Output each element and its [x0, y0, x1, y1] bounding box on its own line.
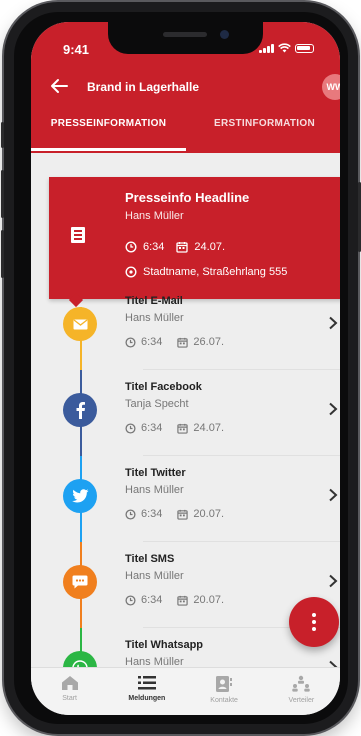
- nav-kontakte[interactable]: Kontakte: [186, 668, 263, 715]
- email-icon: [63, 307, 97, 341]
- clock-icon: [125, 594, 136, 606]
- list-item[interactable]: Titel Facebook Tanja Specht 6:34 24.07.: [49, 370, 340, 456]
- featured-headline: Presseinfo Headline: [125, 190, 250, 205]
- back-arrow-icon[interactable]: [49, 78, 69, 94]
- nav-verteiler[interactable]: Verteiler: [263, 668, 340, 715]
- mute-switch: [1, 122, 4, 148]
- item-title: Titel SMS: [125, 553, 175, 565]
- item-title: Titel Whatsapp: [125, 639, 204, 651]
- clock-icon: [125, 422, 136, 434]
- item-date: 20.07.: [193, 508, 225, 520]
- message-feed[interactable]: Presseinfo Headline Hans Müller 6:34 24.…: [31, 153, 340, 667]
- page-title: Brand in Lagerhalle: [87, 80, 200, 94]
- notch: [108, 22, 263, 54]
- calendar-icon: [177, 509, 189, 520]
- nav-start[interactable]: Start: [31, 668, 108, 715]
- calendar-icon: [177, 337, 189, 348]
- screen: 9:41 Brand in Lagerhalle WW PRESSEINFORM…: [31, 22, 340, 715]
- clock-icon: [125, 508, 136, 520]
- featured-press-card[interactable]: Presseinfo Headline Hans Müller 6:34 24.…: [49, 177, 340, 308]
- wifi-icon: [278, 43, 291, 53]
- phone-frame: 9:41 Brand in Lagerhalle WW PRESSEINFORM…: [1, 2, 361, 734]
- item-title: Titel Twitter: [125, 467, 186, 479]
- twitter-icon: [63, 479, 97, 513]
- item-author: Tanja Specht: [125, 398, 189, 410]
- status-time: 9:41: [63, 42, 90, 57]
- nav-label: Start: [62, 695, 78, 702]
- item-author: Hans Müller: [125, 484, 184, 496]
- item-author: Hans Müller: [125, 312, 184, 324]
- volume-up-button: [1, 170, 4, 218]
- location-pin-icon: [125, 266, 137, 278]
- list-icon: [137, 676, 156, 690]
- home-icon: [61, 676, 78, 690]
- clock-icon: [125, 336, 136, 348]
- status-icons: [259, 43, 314, 53]
- item-date: 24.07.: [193, 422, 225, 434]
- volume-down-button: [1, 230, 4, 278]
- featured-time: 6:34: [143, 241, 165, 253]
- calendar-icon: [177, 423, 189, 434]
- contacts-icon: [216, 676, 233, 692]
- chevron-right-icon[interactable]: [327, 660, 339, 667]
- featured-date: 24.07.: [194, 241, 226, 253]
- item-title: Titel Facebook: [125, 381, 202, 393]
- front-camera: [220, 30, 229, 39]
- item-time: 6:34: [141, 594, 163, 606]
- hierarchy-icon: [292, 675, 311, 692]
- document-icon: [71, 227, 85, 243]
- chevron-right-icon[interactable]: [327, 574, 339, 588]
- item-author: Hans Müller: [125, 656, 184, 667]
- list-item[interactable]: Titel E-Mail Hans Müller 6:34 26.07.: [49, 284, 340, 370]
- featured-meta: 6:34 24.07.: [125, 241, 225, 253]
- whatsapp-icon: [63, 651, 97, 667]
- item-date: 26.07.: [193, 336, 225, 348]
- item-meta: 6:34 20.07.: [125, 508, 224, 520]
- tab-presseinformation[interactable]: PRESSEINFORMATION: [31, 118, 186, 129]
- item-date: 20.07.: [193, 594, 225, 606]
- nav-label: Kontakte: [210, 697, 238, 704]
- chevron-right-icon[interactable]: [327, 316, 339, 330]
- signal-icon: [259, 43, 274, 53]
- item-title: Titel E-Mail: [125, 295, 183, 307]
- item-meta: 6:34 24.07.: [125, 422, 224, 434]
- nav-meldungen[interactable]: Meldungen: [108, 668, 185, 715]
- bottom-navigation: Start Meldungen Kontakte Verteiler: [31, 667, 340, 715]
- battery-icon: [295, 43, 314, 53]
- more-actions-button[interactable]: [289, 597, 339, 647]
- nav-label: Meldungen: [128, 695, 166, 702]
- item-meta: 6:34 26.07.: [125, 336, 224, 348]
- calendar-icon: [177, 595, 189, 606]
- active-tab-indicator: [31, 148, 186, 151]
- speaker-grille: [163, 32, 207, 37]
- item-time: 6:34: [141, 422, 163, 434]
- sms-icon: [63, 565, 97, 599]
- item-meta: 6:34 20.07.: [125, 594, 224, 606]
- chevron-right-icon[interactable]: [327, 488, 339, 502]
- calendar-icon: [176, 242, 189, 253]
- item-author: Hans Müller: [125, 570, 184, 582]
- list-item[interactable]: Titel Twitter Hans Müller 6:34 20.07.: [49, 456, 340, 542]
- facebook-icon: [63, 393, 97, 427]
- avatar[interactable]: WW: [322, 74, 340, 100]
- featured-location: Stadtname, Straßehrlang 555: [143, 266, 288, 278]
- tab-erstinformation[interactable]: ERSTINFORMATION: [189, 118, 340, 129]
- item-time: 6:34: [141, 336, 163, 348]
- chevron-right-icon[interactable]: [327, 402, 339, 416]
- more-vertical-icon: [312, 613, 316, 631]
- item-time: 6:34: [141, 508, 163, 520]
- featured-author: Hans Müller: [125, 210, 184, 222]
- featured-location-row: Stadtname, Straßehrlang 555: [125, 266, 287, 278]
- nav-label: Verteiler: [288, 697, 315, 704]
- clock-icon: [125, 241, 137, 253]
